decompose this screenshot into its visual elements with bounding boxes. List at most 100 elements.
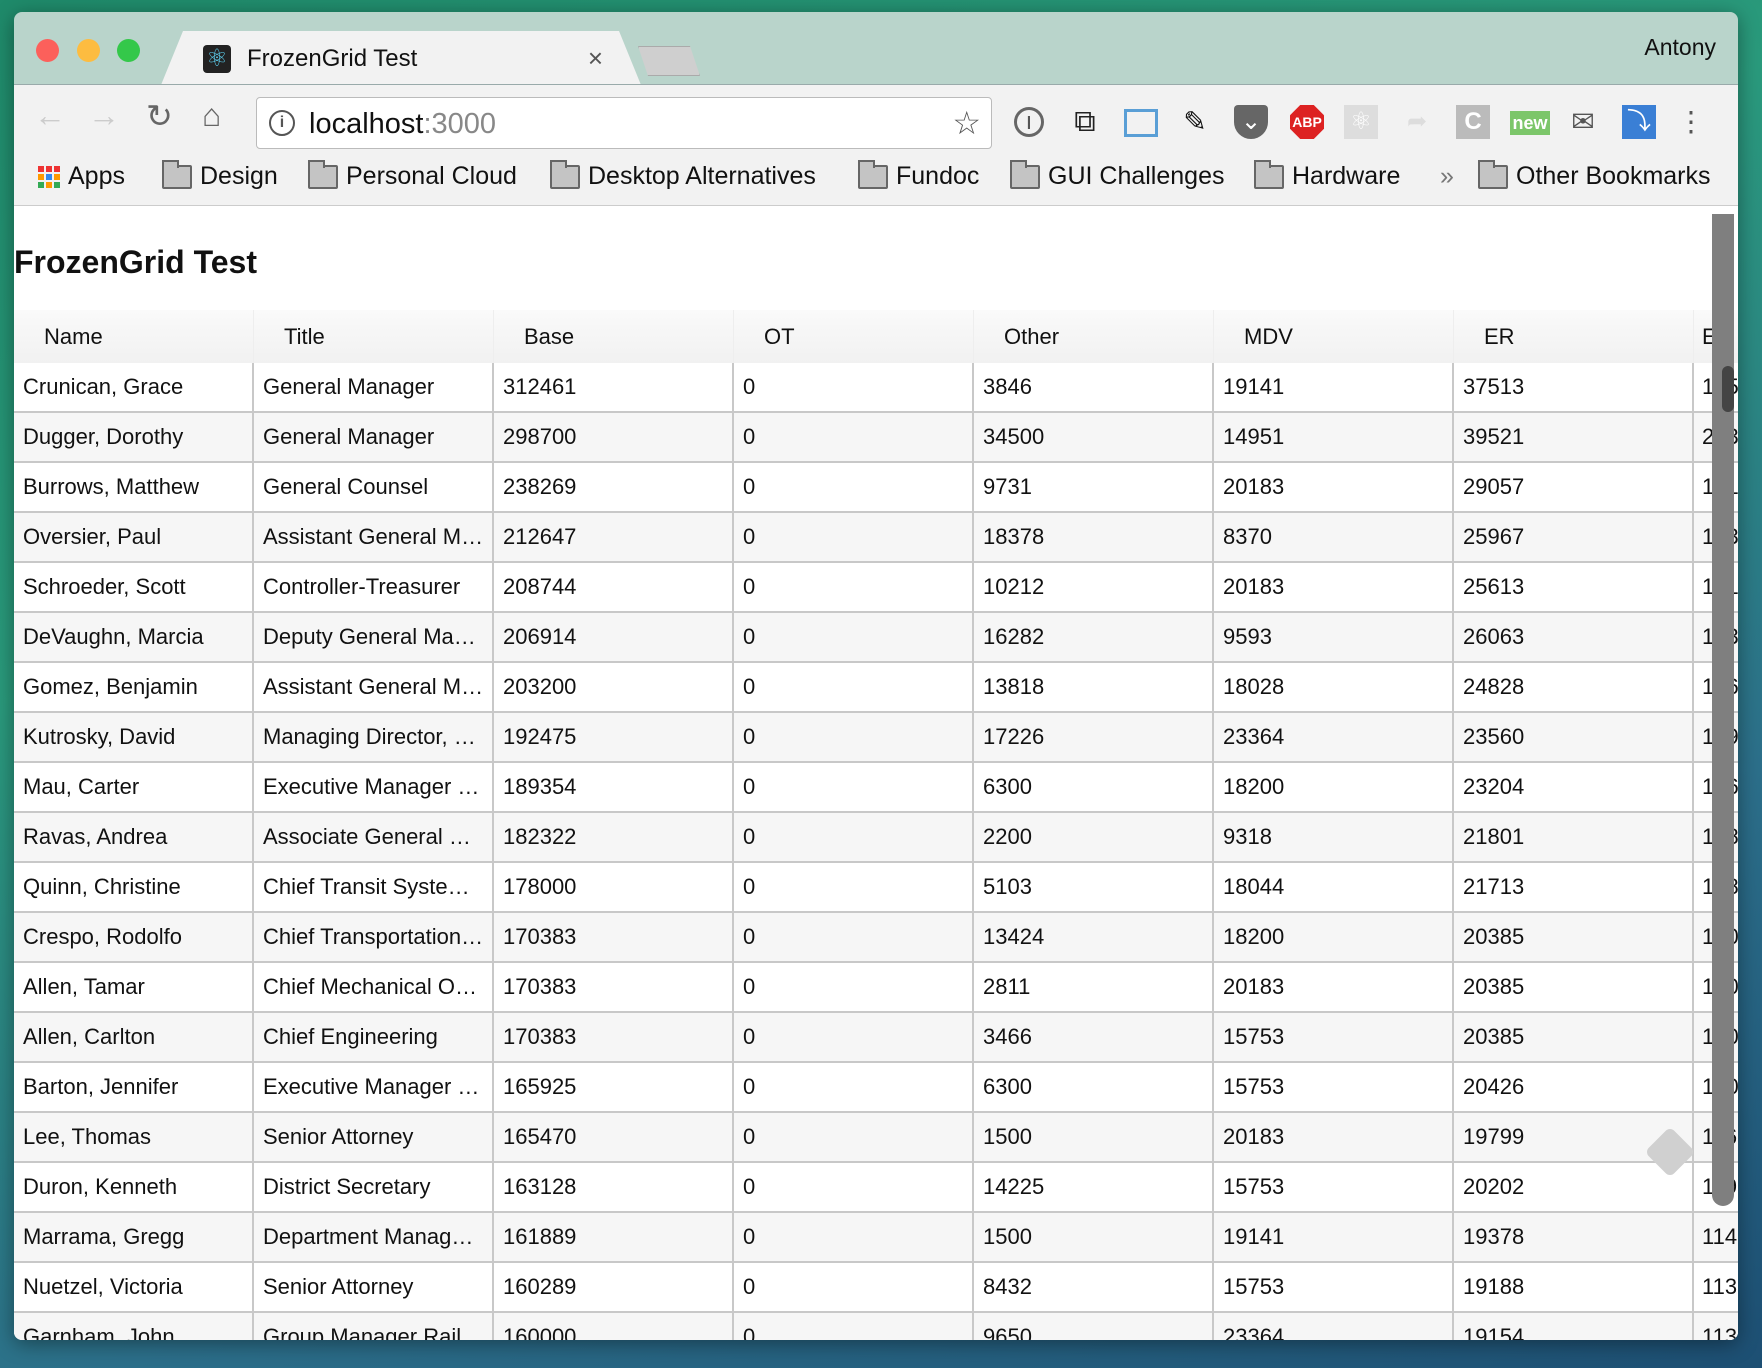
column-header-er[interactable]: ER: [1454, 310, 1694, 363]
cell-er[interactable]: 20385: [1454, 1013, 1694, 1061]
cell-base[interactable]: 165925: [494, 1063, 734, 1111]
table-row[interactable]: Quinn, Christine Chief Transit System… 178…: [14, 863, 1738, 913]
screenshot-icon[interactable]: [1124, 109, 1158, 137]
cell-base[interactable]: 160000: [494, 1313, 734, 1340]
download-icon[interactable]: ⤵: [1622, 105, 1656, 139]
cell-ot[interactable]: 0: [734, 1013, 974, 1061]
column-header-title[interactable]: Title: [254, 310, 494, 363]
cell-title[interactable]: Chief Engineering: [254, 1013, 494, 1061]
cell-name[interactable]: Duron, Kenneth: [14, 1163, 254, 1211]
table-row[interactable]: Crespo, Rodolfo Chief Transportation … 170…: [14, 913, 1738, 963]
bookmark-gui-challenges[interactable]: GUI Challenges: [1010, 159, 1224, 191]
table-row[interactable]: Crunican, Grace General Manager 312461 0 384…: [14, 363, 1738, 413]
cell-base[interactable]: 170383: [494, 963, 734, 1011]
cell-mdv[interactable]: 18028: [1214, 663, 1454, 711]
new-badge-icon[interactable]: new: [1510, 111, 1550, 135]
cell-title[interactable]: General Counsel: [254, 463, 494, 511]
cell-other[interactable]: 17226: [974, 713, 1214, 761]
cell-other[interactable]: 5103: [974, 863, 1214, 911]
bookmark-fundoc[interactable]: Fundoc: [858, 159, 979, 191]
cell-title[interactable]: Senior Attorney: [254, 1263, 494, 1311]
cell-e[interactable]: 113: [1694, 1313, 1738, 1340]
pocket-icon[interactable]: ⌄: [1234, 105, 1268, 139]
cell-title[interactable]: Executive Manager …: [254, 763, 494, 811]
cell-mdv[interactable]: 19141: [1214, 1213, 1454, 1261]
cell-name[interactable]: Garnham, John: [14, 1313, 254, 1340]
cell-title[interactable]: Chief Mechanical O…: [254, 963, 494, 1011]
cell-er[interactable]: 20385: [1454, 963, 1694, 1011]
cell-ot[interactable]: 0: [734, 463, 974, 511]
column-header-mdv[interactable]: MDV: [1214, 310, 1454, 363]
new-tab-button[interactable]: [638, 46, 700, 76]
cell-base[interactable]: 312461: [494, 363, 734, 411]
cell-title[interactable]: Associate General C…: [254, 813, 494, 861]
zoom-window-button[interactable]: [117, 39, 140, 62]
cell-name[interactable]: Burrows, Matthew: [14, 463, 254, 511]
cell-mdv[interactable]: 15753: [1214, 1263, 1454, 1311]
column-header-name[interactable]: Name: [14, 310, 254, 363]
tab-frozengrid[interactable]: ⚛ FrozenGrid Test ×: [161, 31, 641, 85]
cell-ot[interactable]: 0: [734, 963, 974, 1011]
cell-er[interactable]: 20202: [1454, 1163, 1694, 1211]
cell-title[interactable]: Executive Manager …: [254, 1063, 494, 1111]
share-icon[interactable]: ➦: [1400, 105, 1434, 139]
cell-ot[interactable]: 0: [734, 613, 974, 661]
cell-ot[interactable]: 0: [734, 363, 974, 411]
cell-e[interactable]: 114: [1694, 1213, 1738, 1261]
cell-name[interactable]: Nuetzel, Victoria: [14, 1263, 254, 1311]
profile-name[interactable]: Antony: [1644, 34, 1716, 61]
table-row[interactable]: DeVaughn, Marcia Deputy General Man… 20691…: [14, 613, 1738, 663]
vertical-scrollbar[interactable]: [1712, 214, 1734, 1206]
table-row[interactable]: Burrows, Matthew General Counsel 238269 0 97…: [14, 463, 1738, 513]
cell-ot[interactable]: 0: [734, 763, 974, 811]
table-row[interactable]: Allen, Carlton Chief Engineering 170383 0 34…: [14, 1013, 1738, 1063]
close-window-button[interactable]: [36, 39, 59, 62]
address-bar[interactable]: i localhost:3000 ☆: [256, 97, 992, 149]
bookmark-hardware[interactable]: Hardware: [1254, 159, 1400, 191]
cell-name[interactable]: Barton, Jennifer: [14, 1063, 254, 1111]
cell-other[interactable]: 14225: [974, 1163, 1214, 1211]
cell-mdv[interactable]: 15753: [1214, 1163, 1454, 1211]
cell-name[interactable]: Quinn, Christine: [14, 863, 254, 911]
cell-er[interactable]: 19154: [1454, 1313, 1694, 1340]
cell-name[interactable]: Kutrosky, David: [14, 713, 254, 761]
bookmark-apps[interactable]: Apps: [38, 162, 125, 191]
cell-base[interactable]: 203200: [494, 663, 734, 711]
cell-name[interactable]: Oversier, Paul: [14, 513, 254, 561]
cell-mdv[interactable]: 20183: [1214, 463, 1454, 511]
close-tab-icon[interactable]: ×: [588, 43, 603, 74]
cell-base[interactable]: 160289: [494, 1263, 734, 1311]
cell-base[interactable]: 192475: [494, 713, 734, 761]
cell-base[interactable]: 189354: [494, 763, 734, 811]
cell-other[interactable]: 13818: [974, 663, 1214, 711]
forward-icon[interactable]: →: [88, 97, 120, 134]
cell-ot[interactable]: 0: [734, 563, 974, 611]
cell-er[interactable]: 19188: [1454, 1263, 1694, 1311]
cell-er[interactable]: 21801: [1454, 813, 1694, 861]
cell-title[interactable]: Chief Transportation …: [254, 913, 494, 961]
cell-ot[interactable]: 0: [734, 1113, 974, 1161]
cell-er[interactable]: 20426: [1454, 1063, 1694, 1111]
cell-mdv[interactable]: 23364: [1214, 713, 1454, 761]
cell-other[interactable]: 16282: [974, 613, 1214, 661]
cell-other[interactable]: 3466: [974, 1013, 1214, 1061]
cell-base[interactable]: 208744: [494, 563, 734, 611]
cell-er[interactable]: 20385: [1454, 913, 1694, 961]
cell-name[interactable]: Ravas, Andrea: [14, 813, 254, 861]
cell-ot[interactable]: 0: [734, 1213, 974, 1261]
bookmark-desktop-alternatives[interactable]: Desktop Alternatives: [550, 159, 816, 191]
cell-base[interactable]: 170383: [494, 1013, 734, 1061]
cell-ot[interactable]: 0: [734, 1263, 974, 1311]
table-row[interactable]: Allen, Tamar Chief Mechanical O… 170383 0 28…: [14, 963, 1738, 1013]
cell-e[interactable]: 113: [1694, 1263, 1738, 1311]
cell-mdv[interactable]: 23364: [1214, 1313, 1454, 1340]
cell-base[interactable]: 182322: [494, 813, 734, 861]
cell-name[interactable]: Crespo, Rodolfo: [14, 913, 254, 961]
cell-name[interactable]: Crunican, Grace: [14, 363, 254, 411]
cell-mdv[interactable]: 18044: [1214, 863, 1454, 911]
bookmark-star-icon[interactable]: ☆: [952, 104, 981, 142]
cell-mdv[interactable]: 14951: [1214, 413, 1454, 461]
cell-name[interactable]: Allen, Tamar: [14, 963, 254, 1011]
cell-er[interactable]: 29057: [1454, 463, 1694, 511]
cell-ot[interactable]: 0: [734, 513, 974, 561]
